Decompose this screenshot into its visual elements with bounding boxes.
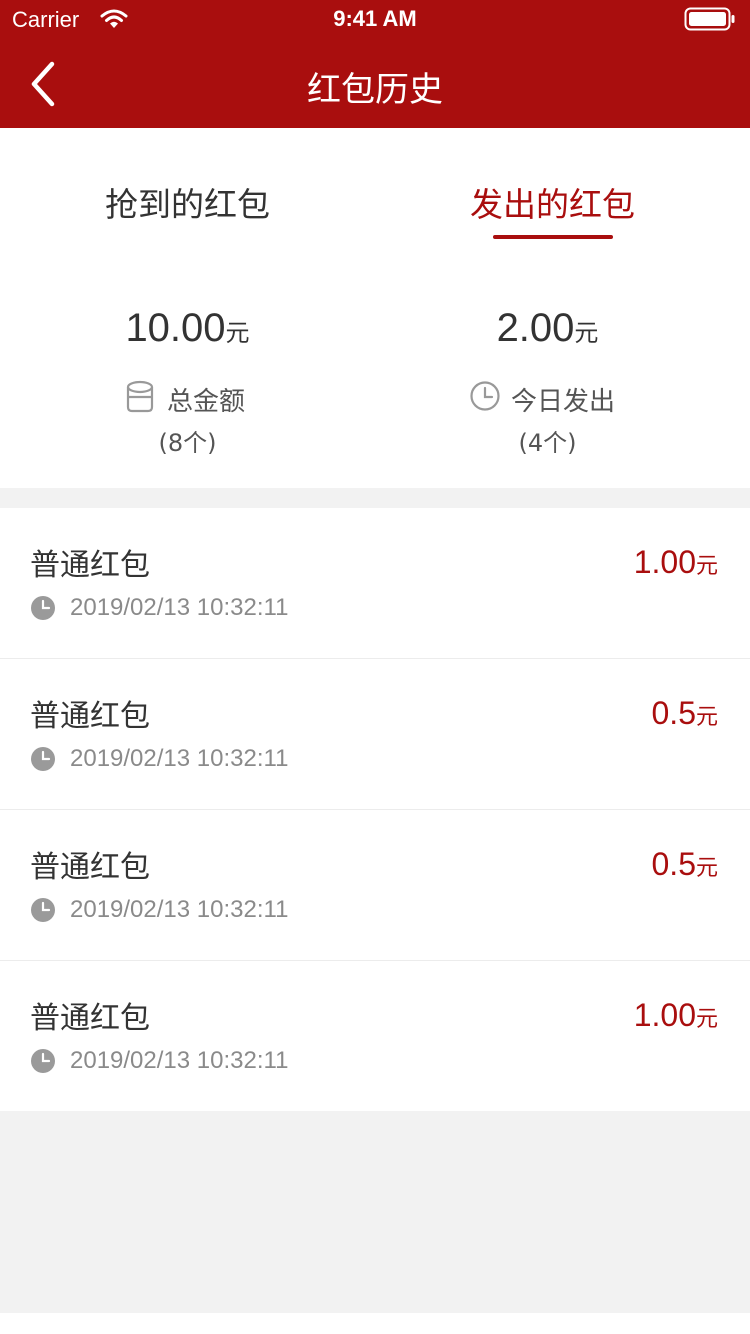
status-bar: Carrier 9:41 AM [0, 0, 750, 40]
total-label: 总金额 [125, 378, 285, 418]
list-item[interactable]: 普通红包 2019/02/13 10:32:11 0.5元 [0, 659, 750, 810]
today-label: 今日发出 [469, 378, 669, 418]
record-title: 普通红包 [30, 548, 150, 583]
total-count: (8个) [158, 429, 217, 457]
clock-icon [470, 381, 500, 411]
app-header: Carrier 9:41 AM 红包历史 [0, 0, 750, 128]
wallet-icon [126, 380, 154, 413]
record-amount-value: 0.5 [651, 846, 696, 882]
total-amount-unit: 元 [225, 319, 250, 347]
record-amount-unit: 元 [695, 705, 718, 730]
record-amount-unit: 元 [695, 1007, 718, 1032]
today-amount-unit: 元 [574, 319, 599, 347]
total-label-text: 总金额 [167, 387, 246, 417]
status-time: 9:41 AM [333, 6, 417, 31]
clock-icon [31, 898, 55, 922]
tab-sent[interactable]: 发出的红包 [365, 178, 740, 226]
clock-icon [31, 596, 55, 620]
tab-received[interactable]: 抢到的红包 [0, 178, 375, 226]
today-amount: 2.00元 [360, 306, 735, 351]
total-amount: 10.00元 [0, 306, 375, 351]
today-count: (4个) [518, 429, 577, 457]
record-time: 2019/02/13 10:32:11 [70, 896, 289, 923]
record-time: 2019/02/13 10:32:11 [70, 594, 289, 621]
record-title: 普通红包 [30, 1001, 150, 1036]
record-amount: 0.5元 [652, 695, 719, 732]
battery-icon [684, 7, 735, 31]
list-item[interactable]: 普通红包 2019/02/13 10:32:11 0.5元 [0, 810, 750, 961]
page-title: 红包历史 [307, 70, 443, 110]
active-tab-indicator [493, 235, 613, 239]
record-amount-unit: 元 [695, 554, 718, 579]
record-list: 普通红包 2019/02/13 10:32:11 1.00元 普通红包 2019… [0, 508, 750, 1111]
home-indicator-area [0, 1313, 750, 1334]
record-title: 普通红包 [30, 850, 150, 885]
record-time: 2019/02/13 10:32:11 [70, 745, 289, 772]
clock-icon [31, 1049, 55, 1073]
record-amount-unit: 元 [695, 856, 718, 881]
nav-bar: 红包历史 [0, 40, 750, 128]
record-time: 2019/02/13 10:32:11 [70, 1047, 289, 1074]
record-amount-value: 1.00 [633, 544, 696, 580]
record-amount: 0.5元 [652, 846, 719, 883]
today-amount-value: 2.00 [496, 306, 575, 350]
today-label-text: 今日发出 [511, 387, 616, 417]
record-amount: 1.00元 [634, 544, 718, 581]
list-item[interactable]: 普通红包 2019/02/13 10:32:11 1.00元 [0, 508, 750, 659]
total-amount-value: 10.00 [125, 306, 226, 350]
record-title: 普通红包 [30, 699, 150, 734]
clock-icon [31, 747, 55, 771]
list-item[interactable]: 普通红包 2019/02/13 10:32:11 1.00元 [0, 961, 750, 1112]
summary-panel: 抢到的红包 发出的红包 10.00元 2.00元 总金额 今日发出 (8个) (… [0, 128, 750, 488]
record-amount: 1.00元 [634, 997, 718, 1034]
record-amount-value: 1.00 [633, 997, 696, 1033]
record-amount-value: 0.5 [651, 695, 696, 731]
